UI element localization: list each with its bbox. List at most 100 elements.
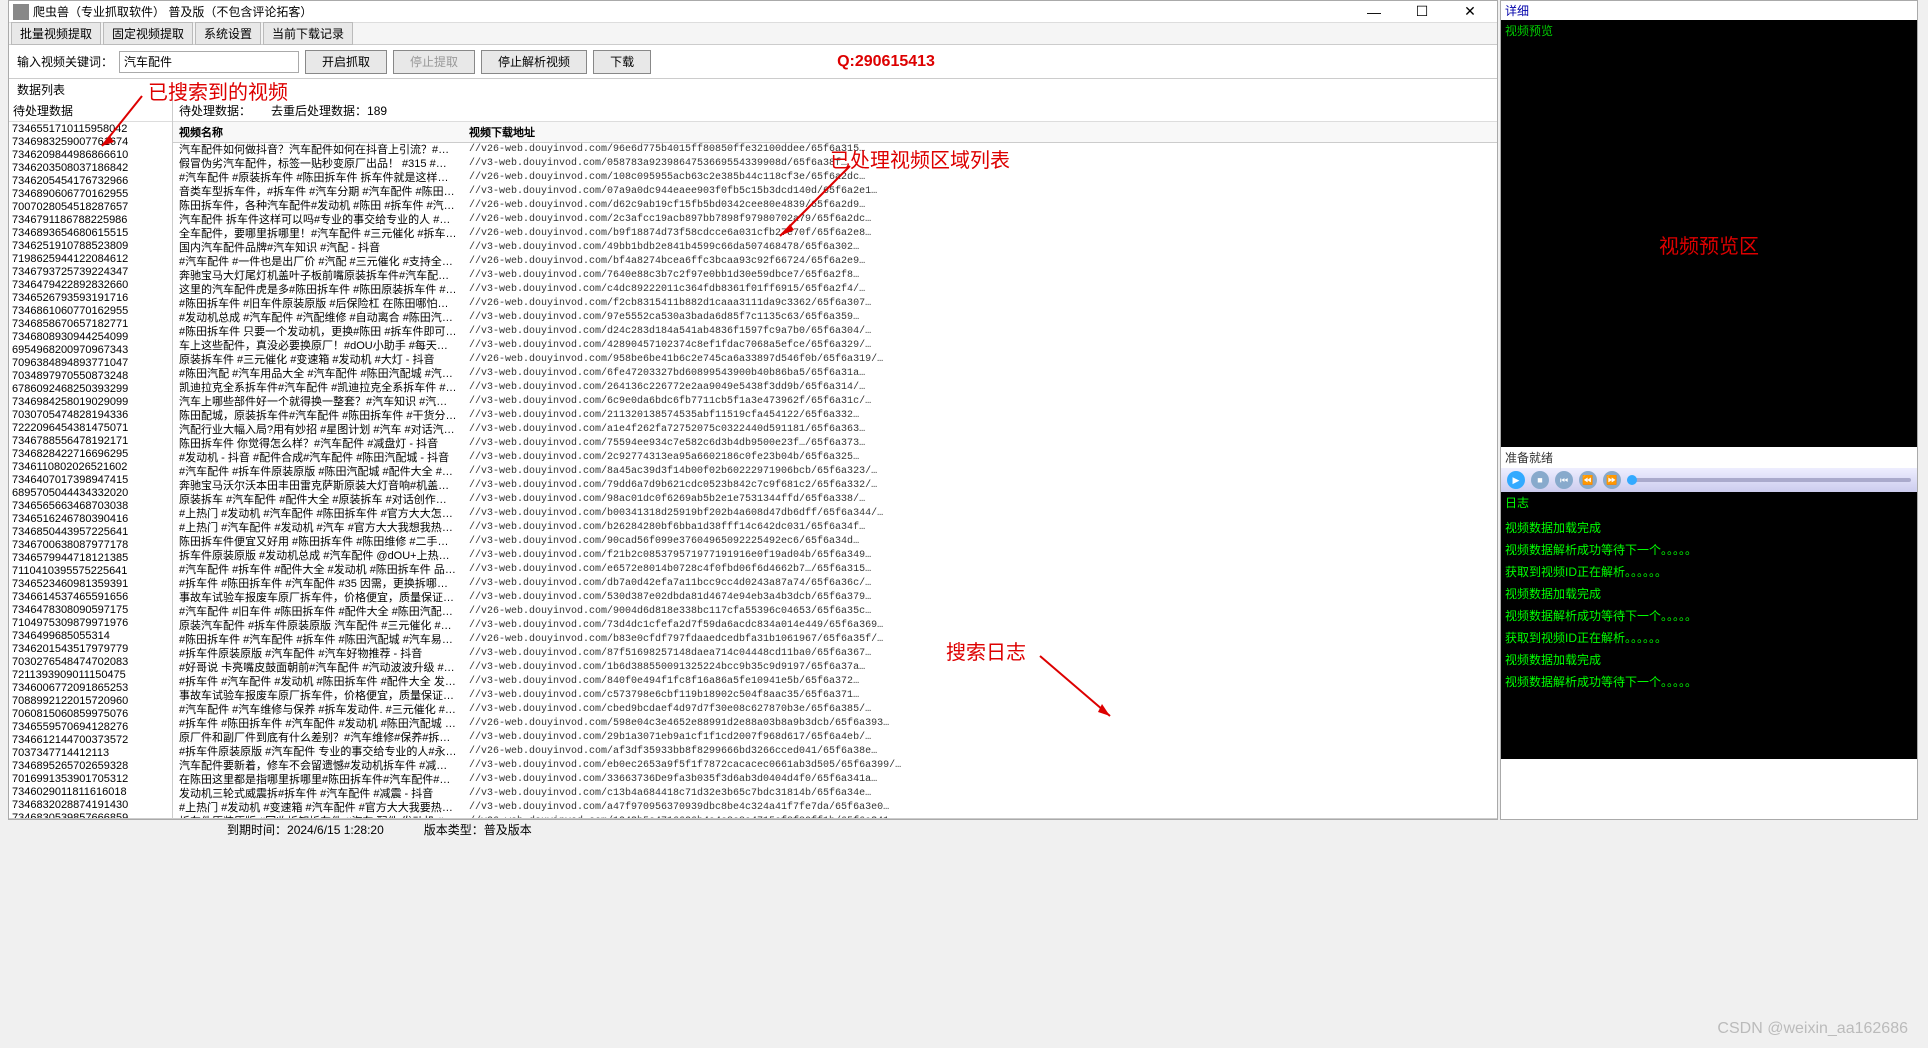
table-row[interactable]: #好哥说 卡亮嘴皮鼓面朝前#汽车配件 #汽动波波升级 #拆车件…//v3-web… [173,661,1497,675]
table-row[interactable]: 事故车试验车报废车原厂拆车件，价格便宜，质量保证，减震完…//v3-web.do… [173,689,1497,703]
id-item[interactable]: 6895705044434332020 [10,487,171,500]
col-name[interactable]: 视频名称 [173,122,463,143]
table-row[interactable]: 汽车配件 拆车件这样可以吗#专业的事交给专业的人 #配件大全 #…//v26-w… [173,213,1497,227]
table-row[interactable]: #拆车件原装原版 #汽车配件 #汽车好物推荐 - 抖音//v3-web.douy… [173,647,1497,661]
table-row[interactable]: 陈田配城，原装拆车件#汽车配件 #陈田拆车件 #干货分享 …//v3-web.d… [173,409,1497,423]
id-list[interactable]: 7346551710115958042734698325900776167473… [9,122,172,818]
id-item[interactable]: 7211393909011150475 [10,669,171,682]
table-row[interactable]: 原装拆车 #汽车配件 #配件大全 #原装拆车 #对话创作爷中心…//v3-web… [173,493,1497,507]
keyword-input[interactable] [119,51,299,73]
id-item[interactable]: 7346516246780390416 [10,513,171,526]
id-item[interactable]: 7346983259007761674 [10,136,171,149]
video-table[interactable]: 视频名称 视频下载地址 汽车配件如何做抖音？汽车配件如何在抖音上引流？#直播运营… [173,122,1497,818]
table-row[interactable]: #发动机 - 抖音 #配件合成#汽车配件 #陈田汽配城 - 抖音//v3-web… [173,451,1497,465]
id-item[interactable]: 7346791186788225986 [10,214,171,227]
table-row[interactable]: 汽配行业大幅入局?用有妙招 #星图计划 #汽车 #对话汽车 - 抖音//v3-w… [173,423,1497,437]
id-item[interactable]: 7346788556478192171 [10,435,171,448]
id-item[interactable]: 7346579944718121385 [10,552,171,565]
table-row[interactable]: #汽车配件 #一件也是出厂价 #汽配 #三元催化 #支持全国各地…//v26-w… [173,255,1497,269]
play-button[interactable]: ▶ [1507,471,1525,489]
table-row[interactable]: 在陈田这里都是指哪里拆哪里#陈田拆车件#汽车配件#轮毂一条线…//v3-web.… [173,773,1497,787]
id-item[interactable]: 7346890606770162955 [10,188,171,201]
id-item[interactable]: 7198625944122084612 [10,253,171,266]
table-row[interactable]: 陈田拆车件，各种汽车配件#发动机 #陈田 #拆车件 #汽车配件 …//v26-w… [173,199,1497,213]
id-item[interactable]: 7346523460981359391 [10,578,171,591]
table-row[interactable]: 汽车上哪些部件好一个就得换一整套？#汽车知识 #汽配 - 抖音//v3-web.… [173,395,1497,409]
id-item[interactable]: 7346893654680615515 [10,227,171,240]
menu-item[interactable]: 系统设置 [195,22,261,45]
forward-button[interactable]: ⏩ [1603,471,1621,489]
table-row[interactable]: #汽车配件 #旧车件 #陈田拆车件 #配件大全 #陈田汽配城 - 抖音//v26… [173,605,1497,619]
table-row[interactable]: #陈田拆车件 #旧车件原装原版 #后保险杠 在陈田哪怕是一根线…//v26-we… [173,297,1497,311]
table-row[interactable]: 拆车件原装原版 #发动机总成 #汽车配件 @dOU+上热门 - 抖音//v3-w… [173,549,1497,563]
id-item[interactable]: 7007028054518287657 [10,201,171,214]
id-item[interactable]: 7346205454176732966 [10,175,171,188]
close-button[interactable]: ✕ [1447,2,1493,22]
table-row[interactable]: #汽车配件 #拆车件原装原版 #陈田汽配城 #配件大全 #陈田拆…//v3-we… [173,465,1497,479]
maximize-button[interactable]: ☐ [1399,2,1445,22]
table-row[interactable]: #拆车件 #陈田拆车件 #汽车配件 #发动机 #陈田汽配城 原厂…//v26-w… [173,717,1497,731]
log-box[interactable]: 视频数据加载完成视频数据解析成功等待下一个。。。。。获取到视频ID正在解析。。。… [1501,513,1917,759]
id-item[interactable]: 7030705474828194336 [10,409,171,422]
id-item[interactable]: 6786092468250393299 [10,383,171,396]
id-item[interactable]: 7060815060859975076 [10,708,171,721]
id-item[interactable]: 7346499685055314 [10,630,171,643]
table-row[interactable]: #上热门 #汽车配件 #发动机 #汽车 #官方大大我想我热门 - 抖音//v3-… [173,521,1497,535]
table-row[interactable]: #发动机总成 #汽车配件 #汽配维修 #自动离合 #陈田汽配城 - 抖音//v3… [173,311,1497,325]
table-row[interactable]: 原装汽车配件 #拆车件原装原版 汽车配件 #三元催化 #发动机…//v3-web… [173,619,1497,633]
stop-play-button[interactable]: ■ [1531,471,1549,489]
seek-slider[interactable] [1627,478,1911,482]
id-item[interactable]: 7346407017398947415 [10,474,171,487]
rewind-button[interactable]: ⏪ [1579,471,1597,489]
col-url[interactable]: 视频下载地址 [463,122,1497,143]
id-item[interactable]: 7346832028874191430 [10,799,171,812]
id-item[interactable]: 7346830539857666859 [10,812,171,818]
id-item[interactable]: 6954968200970967343 [10,344,171,357]
table-row[interactable]: 这里的汽车配件虎是多#陈田拆车件 #陈田原装拆车件 #汽配 …//v3-web.… [173,283,1497,297]
id-item[interactable]: 7346029011811616018 [10,786,171,799]
id-item[interactable]: 7346808930944254099 [10,331,171,344]
table-row[interactable]: 车上这些配件，真没必要换原厂！#dOU小助手 #每天一个…//v3-web.do… [173,339,1497,353]
id-item[interactable]: 7346559570694128276 [10,721,171,734]
id-item[interactable]: 7346479422892832660 [10,279,171,292]
id-item[interactable]: 7346203508037186842 [10,162,171,175]
table-row[interactable]: #汽车配件 #拆车件 #配件大全 #发动机 #陈田拆车件 品牌原…//v3-we… [173,563,1497,577]
menu-item[interactable]: 当前下载记录 [263,22,353,45]
table-row[interactable]: #上热门 #发动机 #变速箱 #汽车配件 #官方大大我要热门 - 抖音//v3-… [173,801,1497,815]
table-row[interactable]: 奔驰宝马大灯尾灯机盖叶子板前嘴原装拆车件#汽车配件 #陈田拆…//v3-web.… [173,269,1497,283]
table-row[interactable]: 陈田拆车件 你觉得怎么样？#汽车配件 #减盘灯 - 抖音//v3-web.dou… [173,437,1497,451]
table-row[interactable]: 原装拆车件 #三元催化 #变速箱 #发动机 #大灯 - 抖音//v26-web.… [173,353,1497,367]
table-row[interactable]: 全车配件，要哪里拆哪里！#汽车配件 #三元催化 #拆车件 #发动…//v26-w… [173,227,1497,241]
id-item[interactable]: 7346110802026521602 [10,461,171,474]
id-item[interactable]: 7346861060770162955 [10,305,171,318]
id-item[interactable]: 7346612144700373572 [10,734,171,747]
id-item[interactable]: 7346858670657182771 [10,318,171,331]
id-item[interactable]: 7096384894893771047 [10,357,171,370]
id-item[interactable]: 7346478308090597175 [10,604,171,617]
id-item[interactable]: 7104975309879971976 [10,617,171,630]
table-row[interactable]: 陈田拆车件便宜又好用 #陈田拆车件 #陈田维修 #二手车靠运工…//v3-web… [173,535,1497,549]
table-row[interactable]: 音类车型拆车件，#拆车件 #汽车分期 #汽车配件 #陈田汽车 #陈田…//v3-… [173,185,1497,199]
table-row[interactable]: #汽车配件 #汽车维修与保养 #拆车发动件. #三元催化 #减震…//v3-we… [173,703,1497,717]
id-item[interactable]: 7037347714412113 [10,747,171,760]
id-item[interactable]: 7346793725739224347 [10,266,171,279]
prev-button[interactable]: ⏮ [1555,471,1573,489]
id-item[interactable]: 7346850443957225641 [10,526,171,539]
id-item[interactable]: 7346251910788523809 [10,240,171,253]
table-row[interactable]: 发动机三轮式威震拆#拆车件 #汽车配件 #减震 - 抖音//v3-web.dou… [173,787,1497,801]
stop-button[interactable]: 停止提取 [393,50,475,74]
id-item[interactable]: 7034897970550873248 [10,370,171,383]
table-row[interactable]: #拆车件原装原版 #汽车配件 专业的事交给专业的人#永远要尊感…//v26-we… [173,745,1497,759]
id-item[interactable]: 7346201543517979779 [10,643,171,656]
id-item[interactable]: 7346895265702659328 [10,760,171,773]
id-item[interactable]: 7346565663468703038 [10,500,171,513]
table-row[interactable]: #陈田拆车件 #汽车配件 #拆车件 #陈田汽配城 #汽车易损件 - 抖音//v2… [173,633,1497,647]
table-row[interactable]: 国内汽车配件品牌#汽车知识 #汽配 - 抖音//v3-web.douyinvod… [173,241,1497,255]
id-item[interactable]: 7110410395575225641 [10,565,171,578]
table-row[interactable]: 事故车试验车报废车原厂拆车件，价格便宜，质量保证，减震完…//v3-web.do… [173,591,1497,605]
table-row[interactable]: #拆车件 #汽车配件 #发动机 #陈田拆车件 #配件大全 发动机…//v3-we… [173,675,1497,689]
table-row[interactable]: 奔驰宝马沃尔沃本田丰田雷克萨斯原装大灯音响#机盖叶子板板…//v3-web.do… [173,479,1497,493]
id-item[interactable]: 7346006772091865253 [10,682,171,695]
id-item[interactable]: 7346984258019029099 [10,396,171,409]
id-item[interactable]: 7346700638087977178 [10,539,171,552]
